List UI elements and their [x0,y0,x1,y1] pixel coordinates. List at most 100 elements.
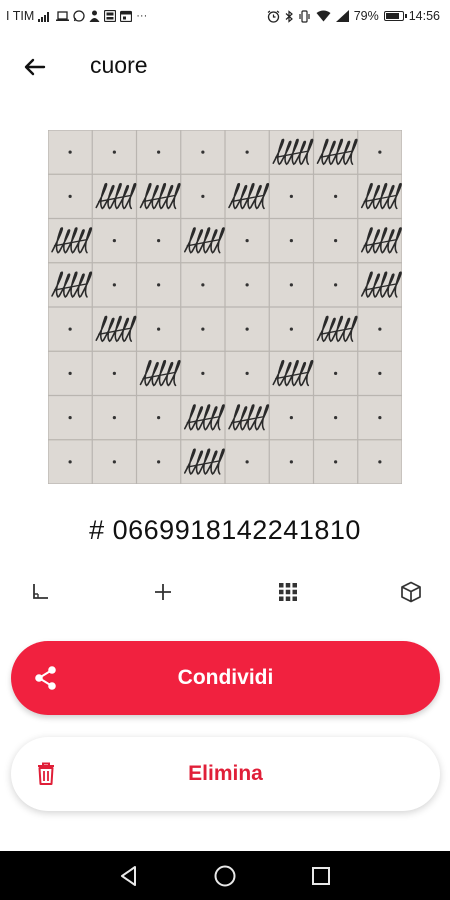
nav-home-icon [214,865,236,887]
nav-recents-icon [312,867,330,885]
filled-cell [183,448,225,476]
grid-dot [334,416,338,420]
axis-icon [33,584,48,599]
grid-dot [289,416,293,420]
grid-dot [112,150,116,154]
grid-dot [201,283,205,287]
calendar-icon [120,10,133,22]
grid-dot [68,150,72,154]
grid-dot [201,327,205,331]
grid-dot [68,460,72,464]
back-button[interactable] [18,50,52,84]
arrow-back-icon [24,58,46,76]
filled-cell [139,182,181,210]
cube-icon [401,581,421,603]
share-icon [35,666,56,690]
grid-dot [378,327,382,331]
grid-dot [112,239,116,243]
navigation-bar [0,851,450,900]
filled-cell [51,227,93,254]
grid-dot [334,194,338,198]
grid-dot [68,371,72,375]
tools-row [0,575,450,609]
grid-dot [157,416,161,420]
grid-dot [157,460,161,464]
grid-dot [289,460,293,464]
filled-cell [95,315,137,343]
battery-icon [383,11,407,21]
grid-dot [289,239,293,243]
status-bar: I TIM ··· 79% 14:56 [0,0,450,32]
filled-cell [316,138,358,166]
grid-dot [289,194,293,198]
grid-dot [245,239,249,243]
share-button[interactable]: Condividi [11,641,440,715]
delete-button-label: Elimina [188,762,263,785]
trash-icon [38,762,54,785]
filled-cell [360,227,402,254]
grid-dot [112,371,116,375]
nav-home-button[interactable] [212,863,238,889]
grid-dot [378,150,382,154]
status-right: 79% 14:56 [267,9,440,23]
grid-dot [378,460,382,464]
grid-dot [289,283,293,287]
more-notifications-icon: ··· [136,10,148,22]
nav-back-icon [121,866,136,886]
grid-dot [378,371,382,375]
signal-icon [38,11,50,22]
grid-dot [157,239,161,243]
battery-percent: 79% [353,9,379,23]
plus-icon [155,584,171,600]
filled-cell [272,138,314,166]
grid-tool-button[interactable] [271,575,305,609]
grid-dot [201,194,205,198]
grid-dot [157,283,161,287]
status-left: I TIM ··· [6,9,147,23]
filled-cell [183,227,225,254]
grid-dot [245,150,249,154]
grid-dot [334,371,338,375]
drawing-code: # 0669918142241810 [89,515,361,545]
grid-dot [245,283,249,287]
grid-dot [201,150,205,154]
carrier-label: I TIM [6,9,35,23]
grid-dot [68,416,72,420]
heart-drawing-image [47,129,403,485]
grid-dot [112,460,116,464]
grid-dot [245,371,249,375]
grid-dot [334,460,338,464]
grid-dot [157,150,161,154]
grid-dot [245,460,249,464]
cell-signal-icon [335,10,349,22]
filled-cell [228,404,270,431]
axis-tool-button[interactable] [23,575,57,609]
alarm-icon [267,10,280,23]
grid-dot [68,327,72,331]
app-bar: cuore [0,38,450,94]
whatsapp-icon [73,10,85,22]
nav-back-button[interactable] [116,863,142,889]
person-icon [89,10,100,22]
laptop-icon [56,10,70,21]
grid-dot [378,416,382,420]
vibrate-icon [299,9,310,23]
grid-dot [245,327,249,331]
image-icon [104,10,117,22]
filled-cell [316,315,358,343]
page-title: cuore [90,52,148,78]
drawing-grid [47,129,403,485]
filled-cell [228,182,270,210]
nav-recents-button[interactable] [308,863,334,889]
grid-dot [112,416,116,420]
grid-dot [201,371,205,375]
filled-cell [139,359,181,387]
cube-tool-button[interactable] [394,575,428,609]
filled-cell [360,271,402,299]
filled-cell [95,182,137,210]
grid-dot [334,239,338,243]
grid-dot [157,327,161,331]
delete-button[interactable]: Elimina [11,737,440,811]
add-tool-button[interactable] [146,575,180,609]
wifi-icon [316,10,331,22]
